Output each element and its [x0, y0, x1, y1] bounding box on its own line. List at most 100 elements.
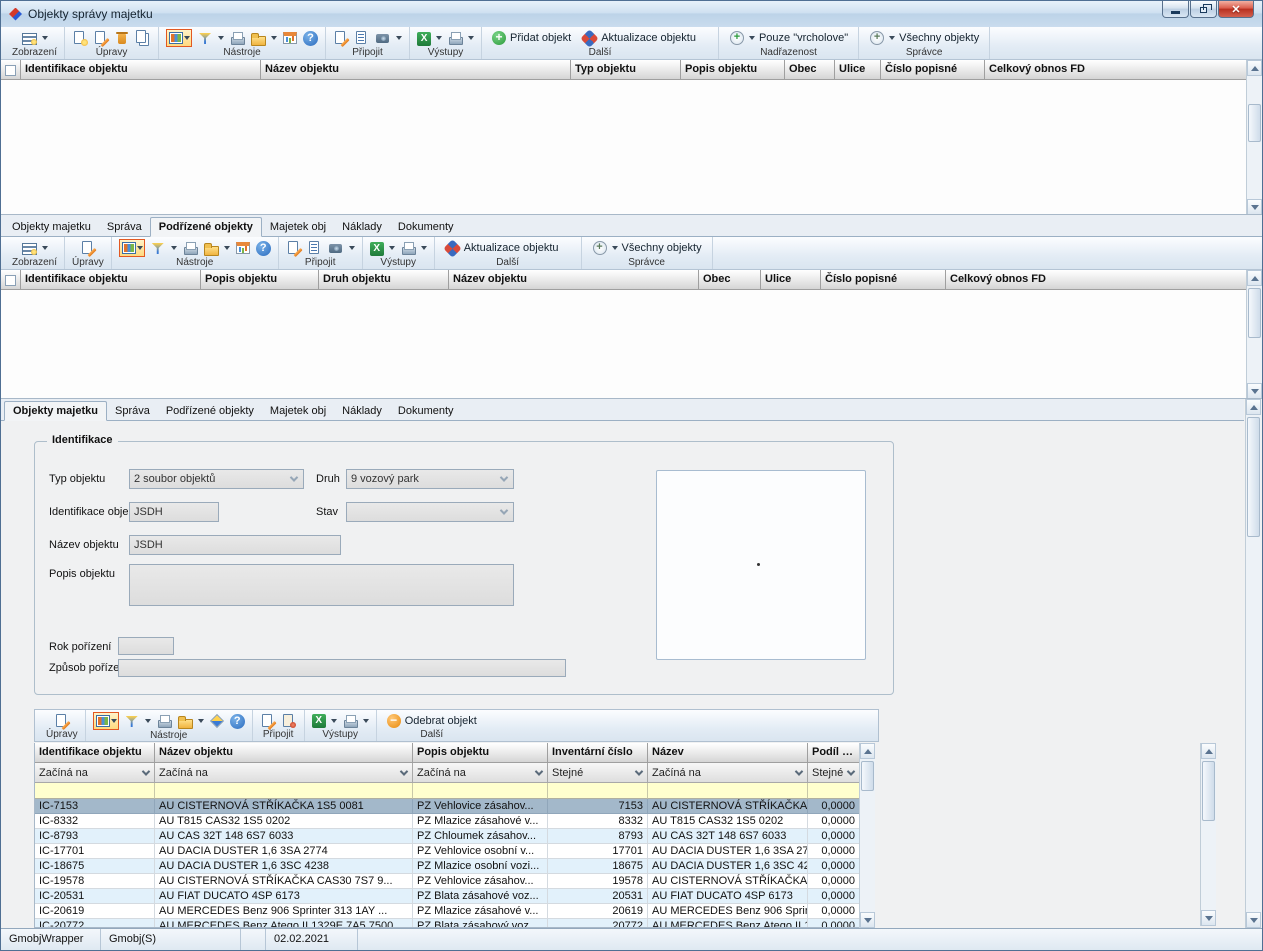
scroll-down-button[interactable] [1246, 912, 1261, 928]
scrollbar-thumb[interactable] [1248, 288, 1261, 338]
select-all-checkbox[interactable] [1, 270, 21, 290]
filter-select[interactable]: Začíná na [35, 763, 155, 783]
vsechny-objekty-button[interactable]: Všechny objekty [589, 240, 705, 256]
filter-icon[interactable] [150, 240, 166, 256]
chevron-down-icon[interactable] [224, 246, 230, 250]
filter-select[interactable]: Stejné [808, 763, 859, 783]
filter-select[interactable]: Začíná na [155, 763, 413, 783]
pridat-objekt-button[interactable]: + Přidat objekt [489, 31, 574, 45]
filter-select[interactable]: Začíná na [413, 763, 548, 783]
column-header[interactable]: Popis objektu [413, 743, 548, 763]
filter-input[interactable] [155, 783, 413, 799]
new-record-icon[interactable] [72, 30, 88, 46]
tab[interactable]: Podřízené objekty [158, 402, 262, 420]
attach-note-icon[interactable] [333, 30, 349, 46]
tab[interactable]: Náklady [334, 218, 390, 236]
table-row[interactable]: IC-20772 AU MERCEDES Benz Atego II 1329E… [35, 919, 859, 928]
restore-button[interactable] [1190, 1, 1217, 18]
zpusob-porizeni-field[interactable] [118, 659, 566, 677]
column-header[interactable]: Číslo popisné [821, 270, 946, 290]
scrollbar-track[interactable] [860, 759, 875, 912]
chevron-down-icon[interactable] [363, 719, 369, 723]
table-row[interactable]: IC-20619 AU MERCEDES Benz 906 Sprinter 3… [35, 904, 859, 919]
column-header[interactable]: Obec [699, 270, 761, 290]
column-header[interactable]: Ulice [835, 60, 881, 80]
scroll-up-button[interactable] [1246, 399, 1261, 415]
stav-select[interactable] [346, 502, 514, 522]
identifikace-objektu-field[interactable]: JSDH [129, 502, 219, 522]
column-header[interactable]: Název objektu [155, 743, 413, 763]
chart-window-icon[interactable] [235, 240, 251, 256]
filter-select[interactable]: Stejné [548, 763, 648, 783]
column-header[interactable]: Název objektu [449, 270, 699, 290]
edit-record-icon[interactable] [54, 713, 70, 729]
table-row[interactable]: IC-19578 AU CISTERNOVÁ STŘÍKAČKA CAS30 7… [35, 874, 859, 889]
folder-export-icon[interactable] [177, 713, 193, 729]
scrollbar-track[interactable] [1247, 286, 1262, 383]
scroll-up-button[interactable] [1247, 270, 1262, 286]
main-scrollbar[interactable] [1245, 399, 1261, 928]
table-row[interactable]: IC-8793 AU CAS 32T 148 6S7 6033 PZ Chlou… [35, 829, 859, 844]
tab[interactable]: Dokumenty [390, 218, 462, 236]
print-output-icon[interactable] [342, 713, 358, 729]
scrollbar-thumb[interactable] [1248, 104, 1261, 142]
edit-record-icon[interactable] [93, 30, 109, 46]
vertical-scrollbar[interactable] [1246, 270, 1262, 399]
delete-record-icon[interactable] [114, 30, 130, 46]
scroll-up-button[interactable] [1201, 743, 1216, 759]
title-bar[interactable]: Objekty správy majetku ✕ [1, 1, 1262, 27]
attach-note-icon[interactable] [286, 240, 302, 256]
grid-settings-button-active[interactable] [119, 239, 145, 257]
chevron-down-icon[interactable] [198, 719, 204, 723]
tab[interactable]: Správa [99, 218, 150, 236]
camera-icon[interactable] [328, 240, 344, 256]
table-row[interactable]: IC-18675 AU DACIA DUSTER 1,6 3SC 4238 PZ… [35, 859, 859, 874]
tab[interactable]: Dokumenty [390, 402, 462, 420]
column-header[interactable]: Popis objektu [201, 270, 319, 290]
printer-icon[interactable] [229, 30, 245, 46]
scroll-up-button[interactable] [1247, 60, 1262, 76]
column-header[interactable]: Celkový obnos FD [985, 60, 1246, 80]
chevron-down-icon[interactable] [421, 246, 427, 250]
vertical-scrollbar[interactable] [1246, 60, 1262, 215]
chevron-down-icon[interactable] [349, 246, 355, 250]
nazev-objektu-field[interactable]: JSDH [129, 535, 341, 555]
scroll-down-button[interactable] [1247, 199, 1262, 215]
vsechny-objekty-button[interactable]: Všechny objekty [866, 30, 982, 46]
help-icon[interactable]: ? [256, 241, 271, 256]
scrollbar-track[interactable] [1246, 415, 1261, 912]
chevron-down-icon[interactable] [436, 36, 442, 40]
chevron-down-icon[interactable] [468, 36, 474, 40]
column-header[interactable]: Typ objektu [571, 60, 681, 80]
copy-record-icon[interactable] [135, 30, 151, 46]
column-header[interactable]: Ulice [761, 270, 821, 290]
print-output-icon[interactable] [447, 30, 463, 46]
help-icon[interactable]: ? [230, 714, 245, 729]
rok-porizeni-field[interactable] [118, 637, 174, 655]
typ-objektu-select[interactable]: 2 soubor objektů [129, 469, 304, 489]
column-header[interactable]: Obec [785, 60, 835, 80]
folder-export-icon[interactable] [250, 30, 266, 46]
printer-icon[interactable] [182, 240, 198, 256]
view-layout-icon[interactable] [21, 30, 37, 46]
vertical-scrollbar[interactable] [859, 743, 875, 928]
druh-select[interactable]: 9 vozový park [346, 469, 514, 489]
filter-input[interactable] [808, 783, 859, 799]
column-header[interactable]: Druh objektu [319, 270, 449, 290]
tab[interactable]: Náklady [334, 402, 390, 420]
printer-icon[interactable] [156, 713, 172, 729]
scrollbar-thumb[interactable] [1202, 761, 1215, 821]
column-header[interactable]: Číslo popisné [881, 60, 985, 80]
edit-record-icon[interactable] [80, 240, 96, 256]
tab[interactable]: Majetek obj [262, 402, 334, 420]
close-button[interactable]: ✕ [1218, 1, 1254, 18]
tab[interactable]: Správa [107, 402, 158, 420]
help-icon[interactable]: ? [303, 31, 318, 46]
grid-settings-button-active[interactable] [93, 712, 119, 730]
tab[interactable]: Majetek obj [262, 218, 334, 236]
scrollbar-track[interactable] [1247, 76, 1262, 199]
filter-input[interactable] [35, 783, 155, 799]
chart-window-icon[interactable] [282, 30, 298, 46]
select-all-checkbox[interactable] [1, 60, 21, 80]
scrollbar-thumb[interactable] [1247, 417, 1260, 537]
